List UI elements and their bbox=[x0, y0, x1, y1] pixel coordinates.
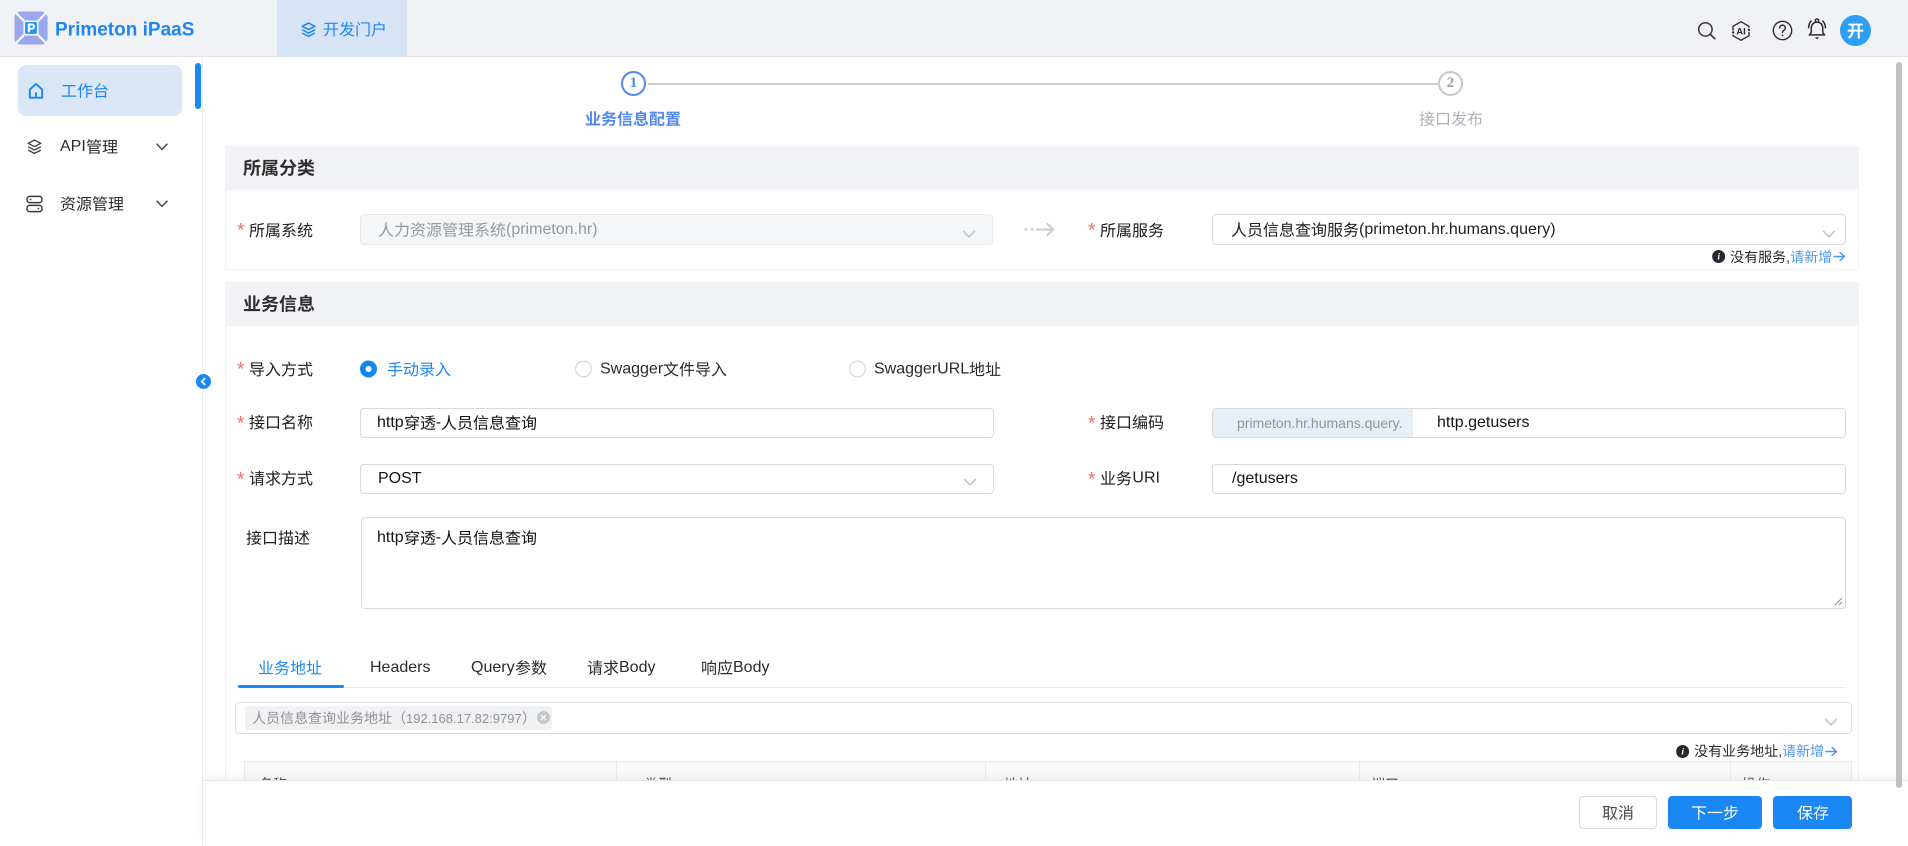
svg-text:AI: AI bbox=[1736, 27, 1746, 38]
